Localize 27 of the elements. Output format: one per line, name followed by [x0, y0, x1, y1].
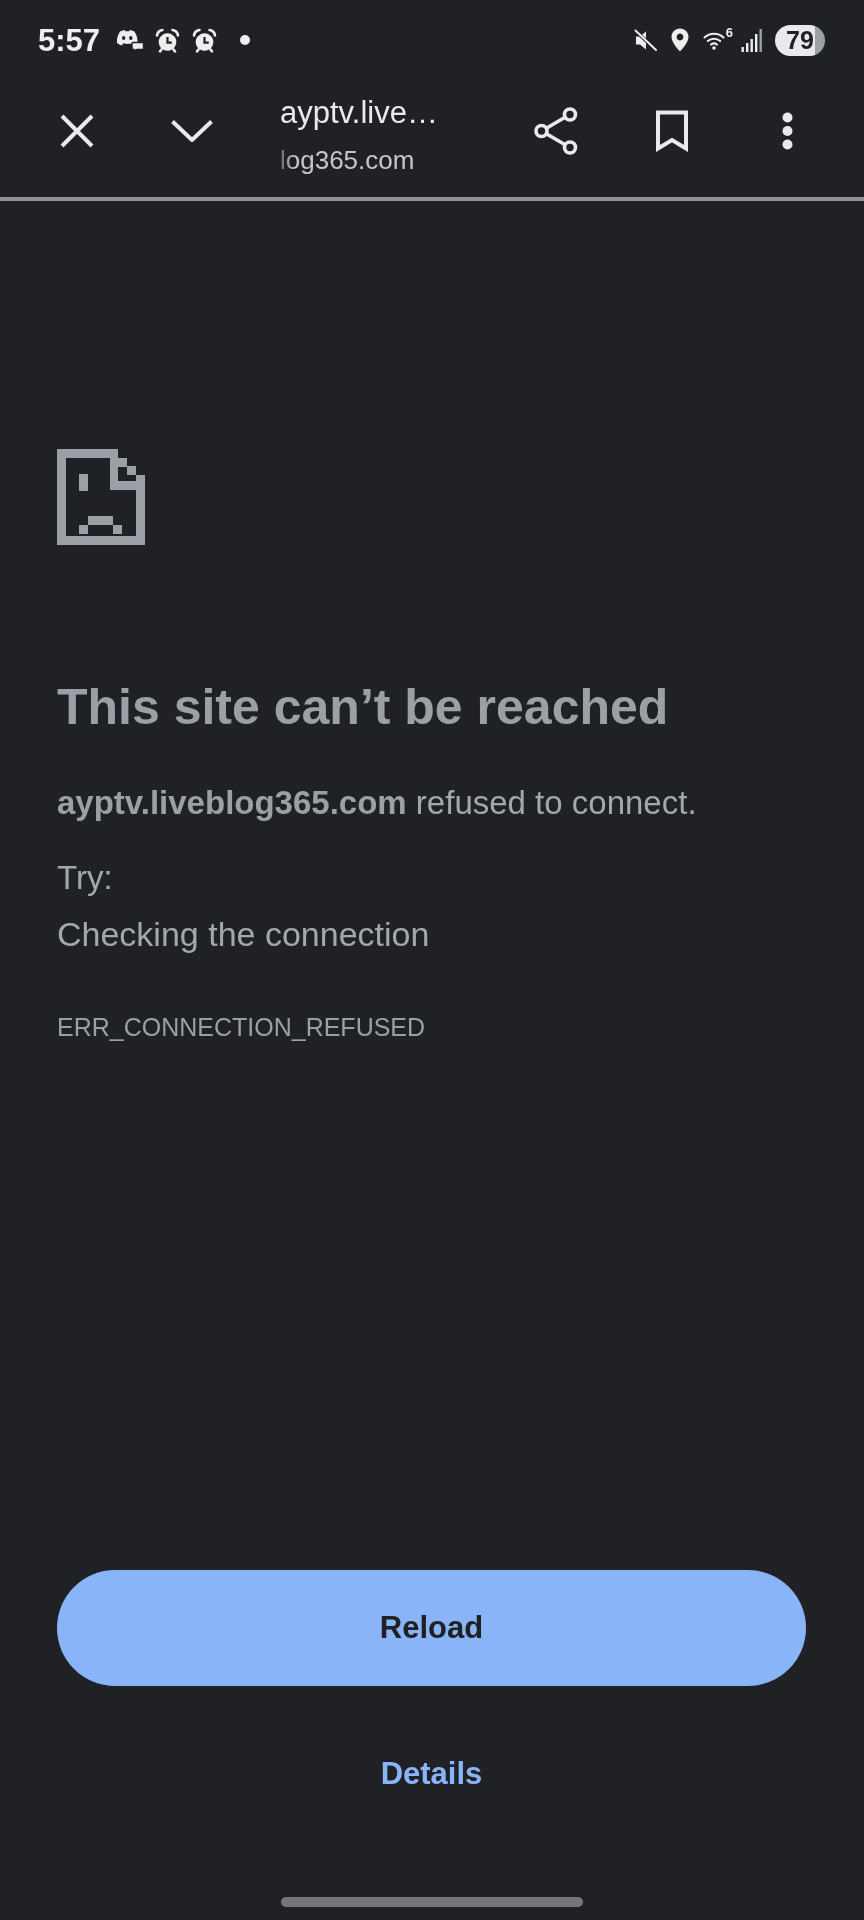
page-title[interactable]: ayptv.live… [280, 94, 438, 132]
wifi-generation-label: 6 [725, 26, 733, 39]
error-heading: This site can’t be reached [57, 678, 669, 737]
wifi-icon [702, 30, 725, 50]
try-label: Try: [57, 858, 113, 898]
suggestion-text: Checking the connection [57, 914, 430, 955]
gamepad-chat-icon [116, 28, 145, 52]
signal-bars-icon [741, 28, 763, 52]
chevron-down-icon [171, 120, 213, 142]
page-url[interactable]: log365.com [280, 144, 415, 176]
share-icon [534, 107, 578, 155]
reload-button[interactable]: Reload [57, 1570, 806, 1686]
alarm-clock-icon [192, 27, 218, 53]
status-time: 5:57 [38, 24, 101, 56]
battery-indicator: 79 [775, 24, 825, 56]
gesture-handle[interactable] [281, 1897, 583, 1907]
alarm-clock-icon [155, 27, 181, 53]
location-pin-icon [669, 28, 690, 52]
more-options-icon [781, 112, 793, 150]
details-button[interactable]: Details [356, 1742, 507, 1806]
muted-speaker-icon [632, 28, 658, 52]
close-icon [60, 114, 94, 148]
error-message: ayptv.liveblog365.com refused to connect. [57, 783, 697, 823]
bookmark-icon [655, 110, 689, 152]
sad-page-icon [57, 449, 145, 545]
notification-dot-icon [240, 35, 251, 45]
error-code: ERR_CONNECTION_REFUSED [57, 1012, 426, 1043]
